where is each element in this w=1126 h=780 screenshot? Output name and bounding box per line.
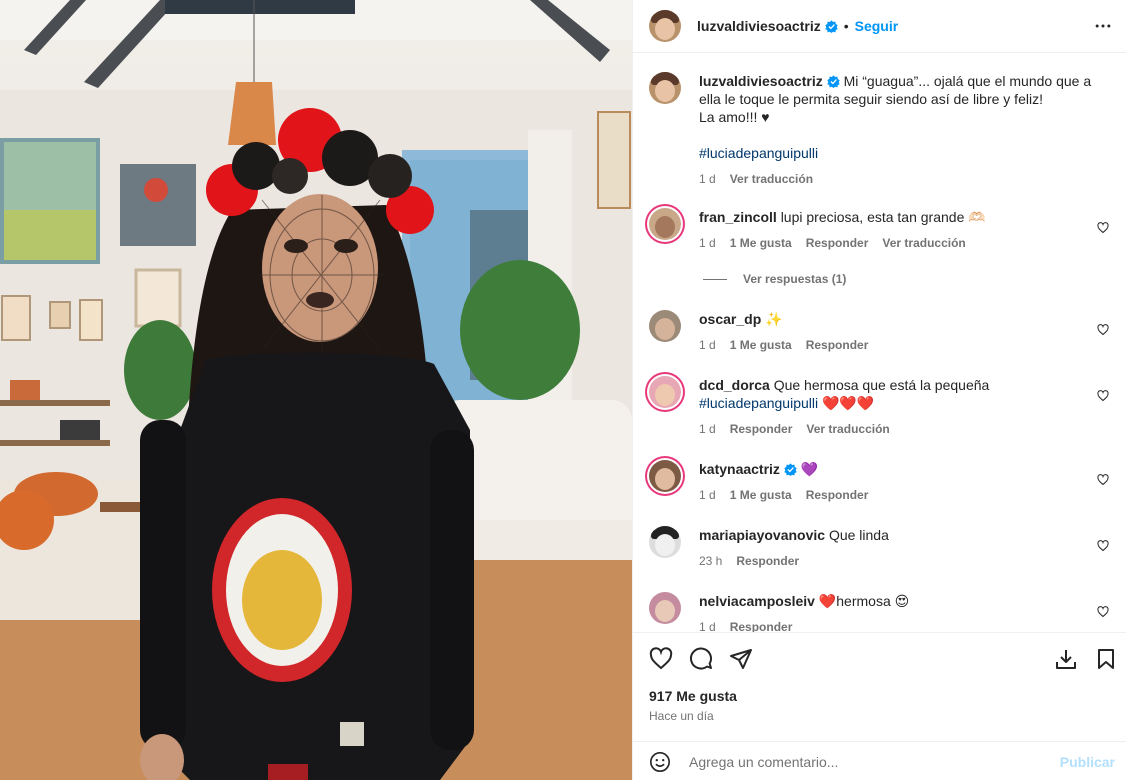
caption-meta: 1 d Ver traducción [699, 170, 1111, 188]
reply-link[interactable]: Responder [736, 552, 799, 570]
comments-list[interactable]: luzvaldiviesoactriz Mi “guagua”... ojalá… [633, 54, 1126, 632]
commenter-avatar[interactable] [649, 376, 681, 408]
more-options-icon[interactable] [1093, 16, 1113, 36]
comment-age: 1 d [699, 338, 716, 352]
comment-likes[interactable]: 1 Me gusta [730, 234, 792, 252]
comment-username[interactable]: fran_zincoll [699, 209, 777, 225]
comment-icon[interactable] [689, 647, 713, 671]
author-avatar[interactable] [649, 72, 681, 104]
caption-line-1: Mi “guagua”... ojalá que el mundo que a [843, 73, 1092, 89]
comment-item: oscar_dp ✨ 1 d 1 Me gusta Responder [649, 310, 1111, 360]
like-comment-heart-icon[interactable] [1097, 324, 1109, 336]
commenter-avatar[interactable] [649, 592, 681, 624]
share-icon[interactable] [729, 647, 753, 671]
comment-item: nelviacamposleiv ❤️hermosa 😍 1 d Respond… [649, 592, 1111, 632]
reply-link[interactable]: Responder [730, 420, 793, 438]
verified-badge-icon [784, 463, 797, 476]
post-caption: luzvaldiviesoactriz Mi “guagua”... ojalá… [649, 72, 1111, 192]
verified-badge-icon [825, 19, 838, 33]
commenter-avatar[interactable] [649, 208, 681, 240]
comment-text: Que linda [828, 527, 889, 543]
post-actions: 917 Me gusta Hace un día [633, 632, 1126, 732]
comment-text: ✨ [765, 311, 783, 327]
translate-link[interactable]: Ver traducción [882, 234, 965, 252]
caption-username[interactable]: luzvaldiviesoactriz [699, 73, 823, 89]
caption-age: 1 d [699, 172, 716, 186]
reply-link[interactable]: Responder [730, 618, 793, 632]
comment-age: 23 h [699, 554, 723, 568]
comment-age: 1 d [699, 422, 716, 436]
reply-link[interactable]: Responder [806, 486, 869, 504]
translate-link[interactable]: Ver traducción [806, 420, 889, 438]
comment-composer: Publicar [633, 741, 1126, 780]
view-replies-label: Ver respuestas (1) [743, 272, 847, 286]
download-icon[interactable] [1054, 647, 1078, 671]
comment-item: mariapiayovanovic Que linda 23 h Respond… [649, 526, 1111, 576]
post-header: luzvaldiviesoactriz • Seguir [633, 0, 1126, 53]
commenter-avatar[interactable] [649, 460, 681, 492]
comment-emojis: ❤️❤️❤️ [822, 395, 875, 411]
verified-badge-icon [827, 75, 840, 88]
follow-button[interactable]: Seguir [855, 18, 899, 34]
author-avatar[interactable] [649, 10, 681, 42]
comment-item: katynaactriz 💜 1 d 1 Me gusta Responder [649, 460, 1111, 510]
post-time: Hace un día [649, 709, 714, 723]
publish-button[interactable]: Publicar [1060, 754, 1115, 770]
comment-age: 1 d [699, 488, 716, 502]
caption-line-2: ella le toque le permita seguir siendo a… [699, 91, 1043, 107]
likes-count[interactable]: 917 Me gusta [649, 688, 737, 704]
view-replies-button[interactable]: Ver respuestas (1) [703, 272, 846, 286]
comment-likes[interactable]: 1 Me gusta [730, 336, 792, 354]
comment-likes[interactable]: 1 Me gusta [730, 486, 792, 504]
comment-age: 1 d [699, 620, 716, 632]
bookmark-icon[interactable] [1094, 647, 1118, 671]
like-comment-heart-icon[interactable] [1097, 540, 1109, 552]
comment-text: ❤️hermosa 😍 [818, 593, 910, 609]
heart-icon[interactable] [649, 647, 673, 671]
comment-item: fran_zincoll lupi preciosa, esta tan gra… [649, 208, 1111, 268]
reply-link[interactable]: Responder [806, 234, 869, 252]
commenter-avatar[interactable] [649, 526, 681, 558]
comment-username[interactable]: nelviacamposleiv [699, 593, 815, 609]
commenter-avatar[interactable] [649, 310, 681, 342]
header-separator: • [843, 18, 849, 34]
comment-input[interactable] [689, 750, 1049, 774]
post-side-panel: luzvaldiviesoactriz • Seguir luzvaldivie… [632, 0, 1126, 780]
author-username[interactable]: luzvaldiviesoactriz [697, 18, 821, 34]
comment-username[interactable]: katynaactriz [699, 461, 780, 477]
like-comment-heart-icon[interactable] [1097, 390, 1109, 402]
comment-username[interactable]: oscar_dp [699, 311, 761, 327]
comment-text: lupi preciosa, esta tan grande 🫶🏻 [780, 209, 986, 225]
emoji-icon[interactable] [649, 751, 671, 773]
comment-age: 1 d [699, 236, 716, 250]
like-comment-heart-icon[interactable] [1097, 474, 1109, 486]
comment-text: 💜 [800, 461, 819, 477]
like-comment-heart-icon[interactable] [1097, 606, 1109, 618]
translate-link[interactable]: Ver traducción [730, 170, 813, 188]
comment-username[interactable]: dcd_dorca [699, 377, 770, 393]
comment-text: Que hermosa que está la pequeña [773, 377, 990, 393]
comment-item: dcd_dorca Que hermosa que está la pequeñ… [649, 376, 1111, 444]
girl-in-costume-image [0, 0, 632, 780]
caption-hashtag[interactable]: #luciadepanguipulli [699, 145, 818, 161]
post-photo[interactable] [0, 0, 632, 780]
caption-line-3: La amo!!! ♥ [699, 109, 770, 125]
like-comment-heart-icon[interactable] [1097, 222, 1109, 234]
comment-hashtag[interactable]: #luciadepanguipulli [699, 395, 818, 411]
replies-divider [703, 278, 727, 280]
reply-link[interactable]: Responder [806, 336, 869, 354]
comment-username[interactable]: mariapiayovanovic [699, 527, 825, 543]
